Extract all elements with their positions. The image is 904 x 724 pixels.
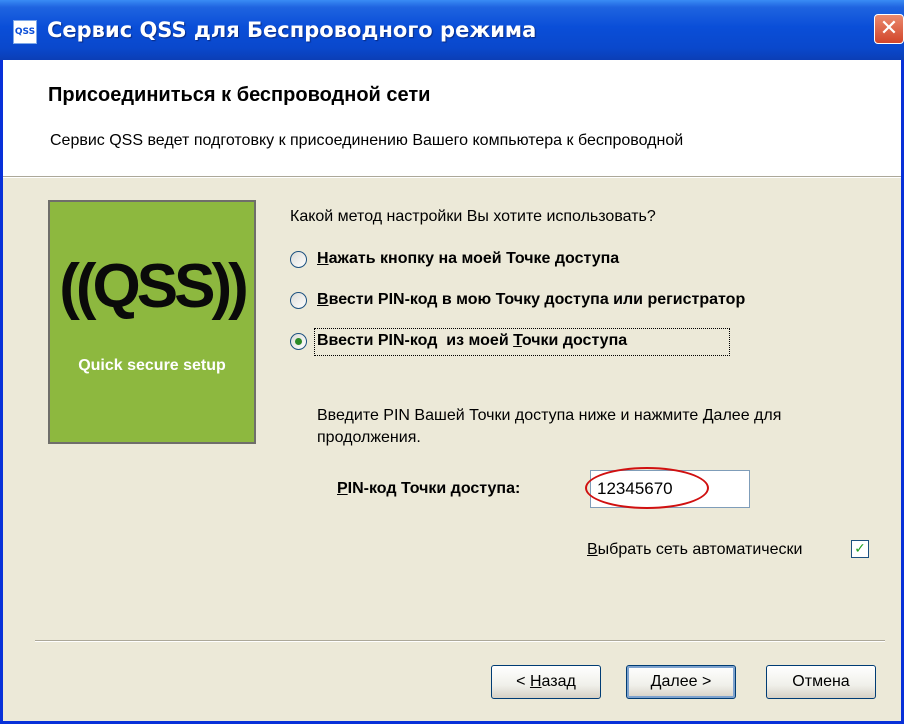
pin-input[interactable]	[590, 470, 750, 508]
option-enter-pin-from-ap-label[interactable]: Ввести PIN-код из моей Точки доступа	[317, 332, 627, 350]
close-icon: ✕	[879, 16, 899, 41]
pin-hint-text: Введите PIN Вашей Точки доступа ниже и н…	[317, 407, 782, 446]
radio-selected-dot	[295, 338, 302, 345]
qss-caption: Quick secure setup	[78, 357, 226, 374]
radio-push-button[interactable]	[290, 251, 307, 268]
radio-enter-pin-from-ap[interactable]	[290, 333, 307, 350]
close-button[interactable]: ✕	[874, 14, 904, 44]
header-separator	[3, 176, 901, 178]
qss-logo: ((QSS)) Quick secure setup	[48, 200, 256, 444]
auto-select-label[interactable]: Выбрать сеть автоматически	[587, 541, 802, 559]
option-enter-pin-into-ap-label[interactable]: Ввести PIN-код в мою Точку доступа или р…	[317, 291, 745, 309]
checkmark-icon: ✓	[854, 541, 866, 557]
radio-enter-pin-into-ap[interactable]	[290, 292, 307, 309]
qss-mark: ((QSS))	[59, 252, 249, 321]
method-question: Какой метод настройки Вы хотите использо…	[290, 208, 656, 225]
header-panel	[3, 60, 901, 176]
header-description: Сервис QSS ведет подготовку к присоедине…	[50, 132, 684, 149]
footer-separator	[35, 640, 885, 642]
qss-app-icon: QSS	[13, 20, 37, 44]
window-title: Сервис QSS для Беспроводного режима	[47, 18, 537, 42]
next-button[interactable]: Далее >	[626, 665, 736, 699]
qss-dialog-window: QSS Сервис QSS для Беспроводного режима …	[0, 0, 904, 724]
cancel-button[interactable]: Отмена	[766, 665, 876, 699]
title-bar[interactable]: QSS Сервис QSS для Беспроводного режима …	[0, 0, 904, 60]
pin-label: PIN-код Точки доступа:	[337, 480, 521, 497]
option-push-button-label[interactable]: Нажать кнопку на моей Точке доступа	[317, 250, 619, 268]
auto-select-checkbox[interactable]: ✓	[851, 540, 869, 558]
header-title: Присоединиться к беспроводной сети	[48, 84, 431, 106]
back-button[interactable]: < Назад	[491, 665, 601, 699]
